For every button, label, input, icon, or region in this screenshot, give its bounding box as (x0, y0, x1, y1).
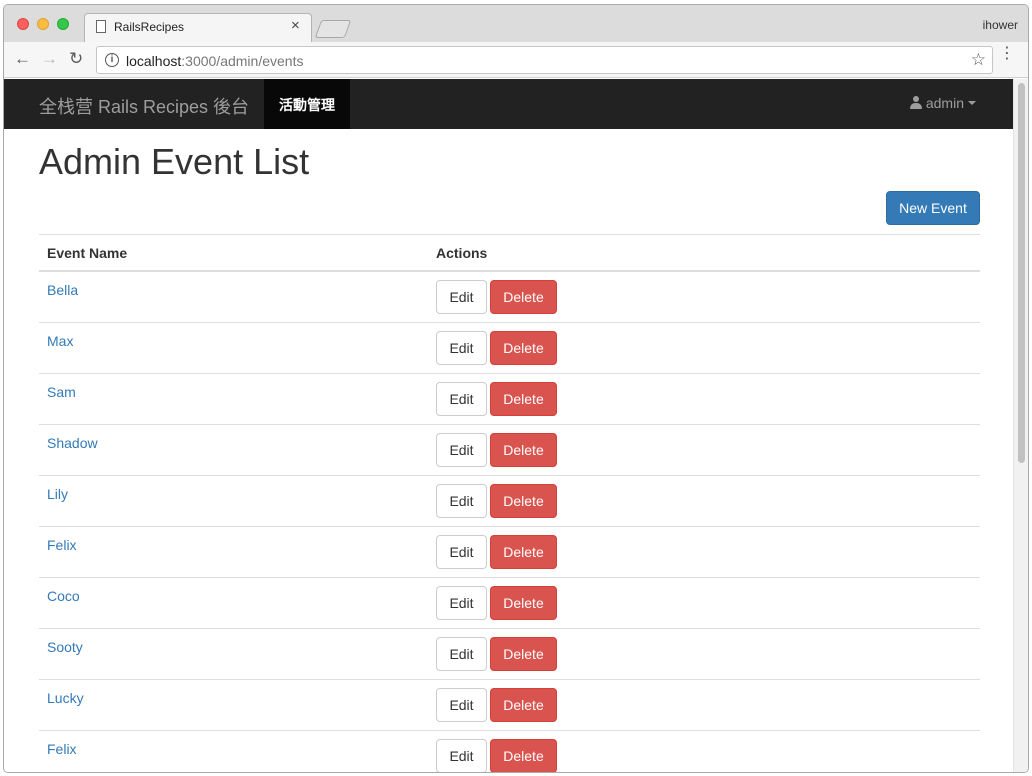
table-row: Sam Edit Delete (39, 374, 980, 425)
delete-button[interactable]: Delete (490, 382, 557, 416)
edit-button[interactable]: Edit (436, 586, 487, 620)
events-table: Event Name Actions Bella Edit Delete Max… (39, 234, 980, 772)
table-header: Event Name Actions (39, 234, 980, 272)
table-row: Coco Edit Delete (39, 578, 980, 629)
page-title: Admin Event List (39, 141, 310, 182)
event-link[interactable]: Felix (47, 537, 77, 553)
delete-button[interactable]: Delete (490, 586, 557, 620)
event-link[interactable]: Lucky (47, 690, 84, 706)
edit-button[interactable]: Edit (436, 535, 487, 569)
table-row: Sooty Edit Delete (39, 629, 980, 680)
page-icon (96, 20, 106, 33)
event-link[interactable]: Bella (47, 282, 78, 298)
column-header-event-name: Event Name (47, 245, 128, 261)
table-row: Lily Edit Delete (39, 476, 980, 527)
zoom-window-button[interactable] (57, 18, 69, 30)
edit-button[interactable]: Edit (436, 739, 487, 772)
delete-button[interactable]: Delete (490, 739, 557, 772)
browser-menu-icon[interactable]: ⋮ (999, 46, 1015, 62)
event-link[interactable]: Max (47, 333, 73, 349)
delete-button[interactable]: Delete (490, 331, 557, 365)
bookmark-star-icon[interactable]: ☆ (971, 50, 986, 70)
event-link[interactable]: Lily (47, 486, 68, 502)
user-dropdown[interactable]: admin (909, 95, 976, 111)
reload-icon[interactable]: ↻ (69, 49, 83, 69)
delete-button[interactable]: Delete (490, 433, 557, 467)
new-event-button[interactable]: New Event (886, 191, 980, 225)
info-icon[interactable]: i (105, 53, 119, 67)
event-link[interactable]: Sooty (47, 639, 83, 655)
web-page: 全栈营 Rails Recipes 後台 活動管理 admin Admin Ev… (4, 79, 1014, 772)
delete-button[interactable]: Delete (490, 688, 557, 722)
site-navbar: 全栈营 Rails Recipes 後台 活動管理 admin (4, 79, 1014, 129)
delete-button[interactable]: Delete (490, 637, 557, 671)
edit-button[interactable]: Edit (436, 382, 487, 416)
tab-title: RailsRecipes (114, 20, 185, 34)
delete-button[interactable]: Delete (490, 280, 557, 314)
new-tab-button[interactable] (314, 20, 352, 38)
table-row: Lucky Edit Delete (39, 680, 980, 731)
browser-toolbar: ← → ↻ i localhost:3000/admin/events ☆ ⋮ (4, 42, 1028, 78)
table-row: Shadow Edit Delete (39, 425, 980, 476)
close-window-button[interactable] (17, 18, 29, 30)
url-host: localhost (126, 53, 182, 69)
column-header-actions: Actions (436, 245, 488, 261)
forward-arrow-icon[interactable]: → (41, 49, 58, 69)
user-label: admin (925, 95, 964, 111)
scrollbar-thumb[interactable] (1018, 83, 1025, 463)
minimize-window-button[interactable] (37, 18, 49, 30)
edit-button[interactable]: Edit (436, 331, 487, 365)
profile-name[interactable]: ihower (983, 18, 1018, 32)
user-icon (909, 96, 922, 109)
delete-button[interactable]: Delete (490, 535, 557, 569)
edit-button[interactable]: Edit (436, 280, 487, 314)
event-link[interactable]: Sam (47, 384, 76, 400)
event-link[interactable]: Felix (47, 741, 77, 757)
edit-button[interactable]: Edit (436, 688, 487, 722)
tab-close-icon[interactable]: × (291, 17, 300, 34)
nav-item-event-management[interactable]: 活動管理 (264, 79, 350, 129)
address-bar[interactable]: i localhost:3000/admin/events ☆ (96, 46, 993, 74)
nav-item-label: 活動管理 (279, 97, 335, 113)
url-path: :3000/admin/events (181, 53, 304, 69)
edit-button[interactable]: Edit (436, 637, 487, 671)
back-arrow-icon[interactable]: ← (14, 49, 31, 69)
url-text[interactable]: localhost:3000/admin/events (126, 53, 303, 69)
edit-button[interactable]: Edit (436, 433, 487, 467)
tab-strip: RailsRecipes × ihower (4, 5, 1028, 43)
event-link[interactable]: Coco (47, 588, 80, 604)
browser-window: RailsRecipes × ihower ← → ↻ i localhost:… (3, 4, 1029, 773)
caret-down-icon (968, 101, 976, 105)
table-row: Max Edit Delete (39, 323, 980, 374)
table-row: Bella Edit Delete (39, 272, 980, 323)
edit-button[interactable]: Edit (436, 484, 487, 518)
vertical-scrollbar[interactable] (1013, 79, 1028, 772)
table-row: Felix Edit Delete (39, 731, 980, 772)
event-link[interactable]: Shadow (47, 435, 98, 451)
delete-button[interactable]: Delete (490, 484, 557, 518)
navbar-brand[interactable]: 全栈营 Rails Recipes 後台 (39, 93, 249, 119)
table-row: Felix Edit Delete (39, 527, 980, 578)
